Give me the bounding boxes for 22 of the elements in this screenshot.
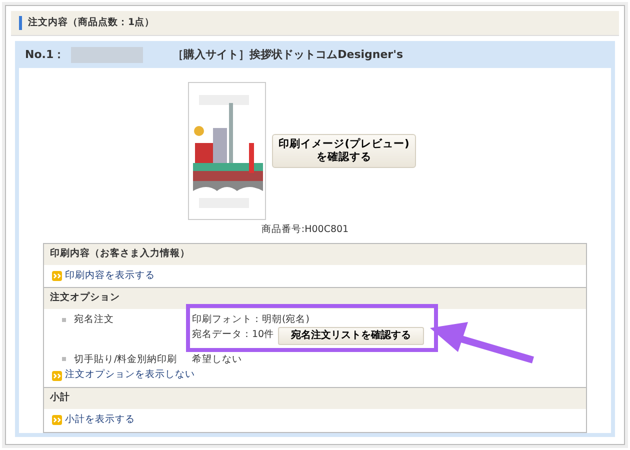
- link-icon: [52, 415, 62, 426]
- option-value: 印刷フォント：明朝(宛名): [192, 314, 310, 328]
- option-value: 宛名データ：10件: [192, 329, 274, 342]
- section-heading: 注文オプション: [44, 287, 586, 310]
- bullet-icon: [62, 318, 66, 322]
- bullet-icon: [62, 356, 66, 361]
- section-heading: 印刷内容（お客さま入力情報）: [44, 244, 586, 265]
- order-number-label: No.1：: [25, 48, 65, 62]
- address-list-button[interactable]: 宛名注文リストを確認する: [278, 327, 424, 345]
- link-icon: [52, 370, 62, 381]
- option-label: 宛名注文: [74, 314, 114, 326]
- toggle-link[interactable]: 注文オプションを表示しない: [65, 369, 195, 382]
- toggle-link[interactable]: 印刷内容を表示する: [65, 270, 155, 282]
- section-title: 注文内容（商品点数：1点）: [28, 16, 155, 30]
- product-number: 商品番号:H00C801: [261, 224, 349, 235]
- option-label: 切手貼り/料金別納印刷: [74, 354, 178, 365]
- link-icon: [52, 271, 62, 282]
- purchase-site: ［購入サイト］挨拶状ドットコムDesigner's: [172, 48, 404, 62]
- toggle-link[interactable]: 小計を表示する: [65, 414, 135, 427]
- option-value: 希望しない: [192, 354, 242, 366]
- section-heading: 小計: [44, 387, 586, 409]
- preview-button[interactable]: 印刷イメージ(プレビュー) を確認する: [272, 134, 416, 168]
